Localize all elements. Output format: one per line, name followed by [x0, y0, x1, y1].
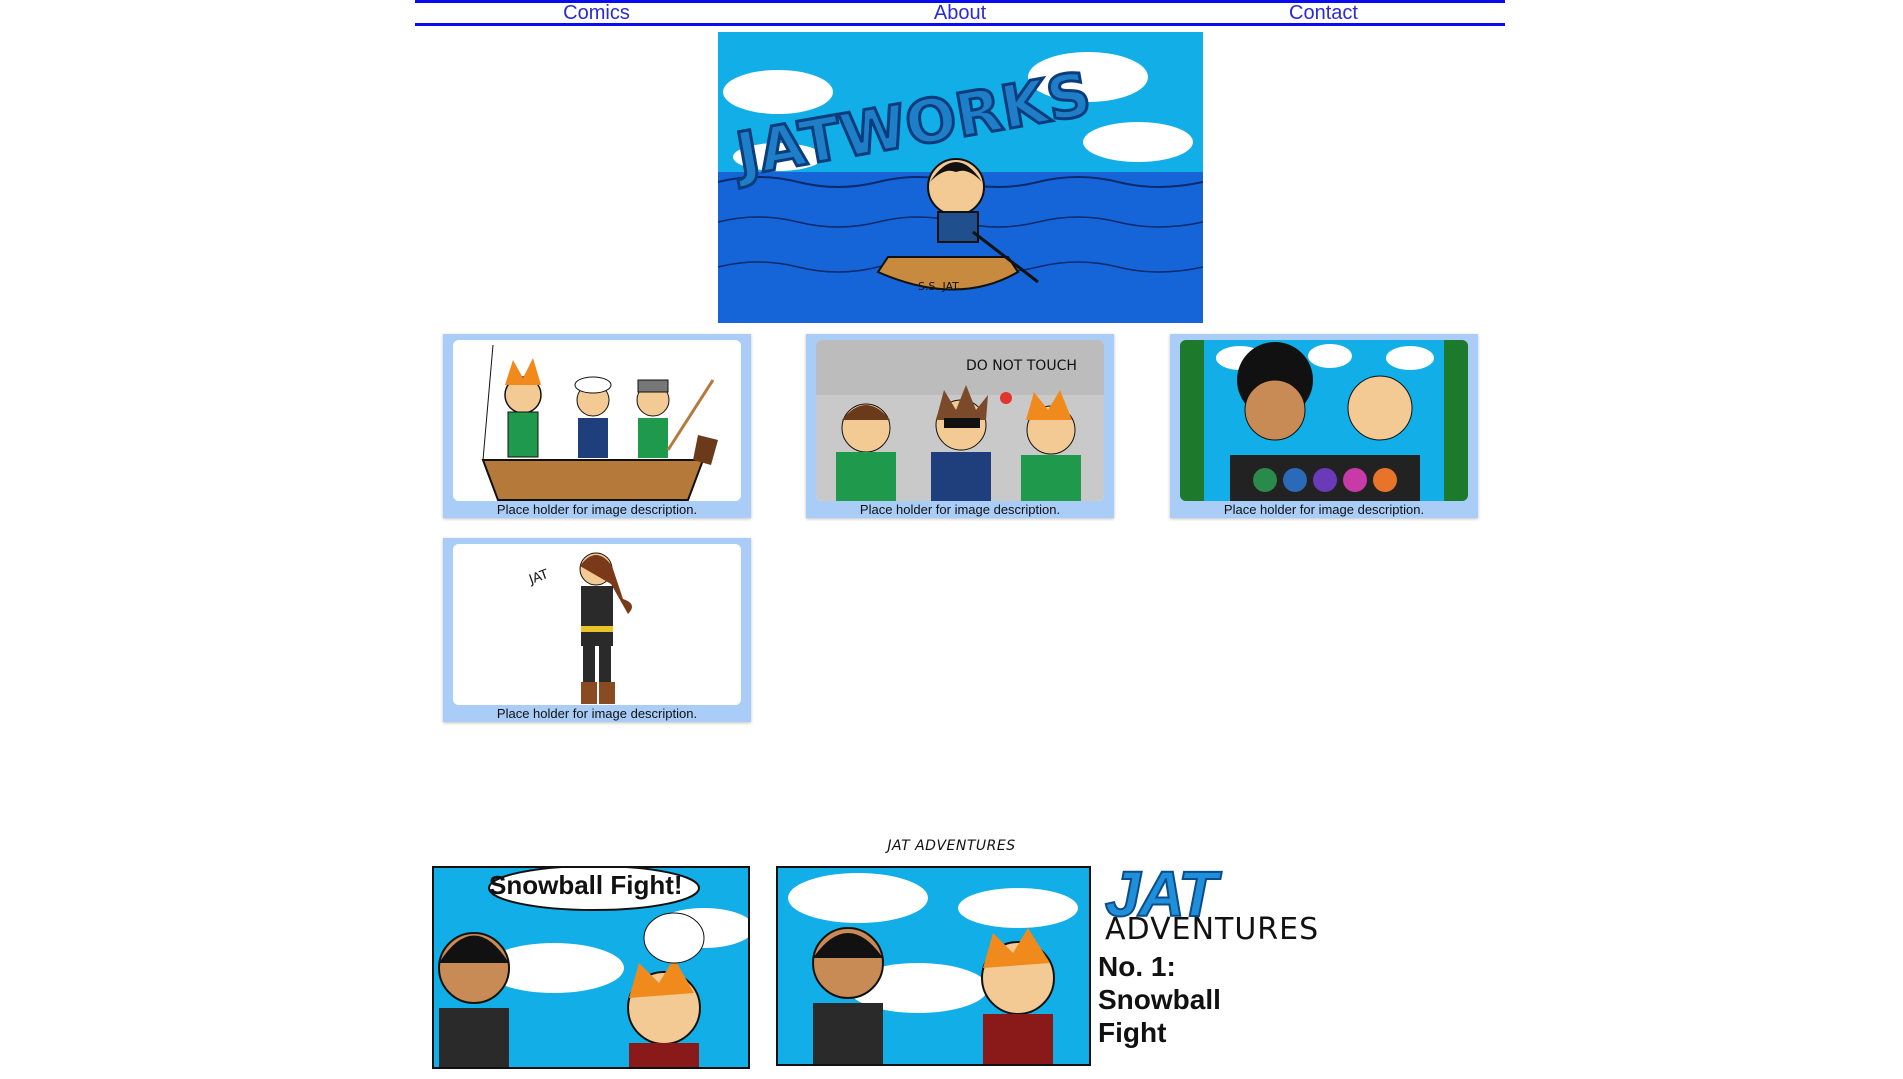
speech-bubble-text: Snowball Fight! [489, 870, 683, 900]
episode-line-3: Fight [1098, 1017, 1167, 1048]
comic-thumb-image[interactable]: JAT [453, 544, 741, 705]
thumb-caption: Place holder for image description. [496, 706, 698, 721]
episode-line-1: No. 1: [1098, 951, 1176, 982]
comic-thumb-image[interactable]: DO NOT TOUCH [816, 340, 1104, 501]
nav-contact-link[interactable]: Contact [1142, 3, 1505, 23]
banner-image: JATWORKS S.S. JAT [718, 32, 1203, 323]
nav-about-link[interactable]: About [779, 3, 1142, 23]
comic-thumb-card-1[interactable]: Place holder for image description. [443, 334, 751, 518]
episode-line-2: Snowball [1098, 984, 1221, 1015]
comic-thumb-card-2[interactable]: DO NOT TOUCH Place holder for image desc… [806, 334, 1114, 518]
thumb-caption: Place holder for image description. [496, 502, 698, 517]
strip-title: JAT ADVENTURES [887, 838, 1016, 854]
thumb-caption: Place holder for image description. [1223, 502, 1425, 517]
boat-label: S.S. JAT [918, 280, 959, 293]
nav-comics-link[interactable]: Comics [415, 3, 778, 23]
comic-thumb-image[interactable] [1180, 340, 1468, 501]
comic-panel-2 [776, 866, 1091, 1066]
comic-thumb-card-3[interactable]: Place holder for image description. [1170, 334, 1478, 518]
top-nav: Comics About Contact [415, 0, 1505, 26]
episode-title: No. 1: Snowball Fight [1098, 950, 1221, 1049]
comic-thumb-card-4[interactable]: JAT Place holder for image description. [443, 538, 751, 722]
thumb-caption: Place holder for image description. [859, 502, 1061, 517]
comic-thumb-image[interactable] [453, 340, 741, 501]
jat-adventures-subtitle: ADVENTURES [1105, 912, 1320, 947]
sign-text: DO NOT TOUCH [966, 358, 1077, 374]
comic-panel-1: Snowball Fight! [432, 866, 750, 1069]
